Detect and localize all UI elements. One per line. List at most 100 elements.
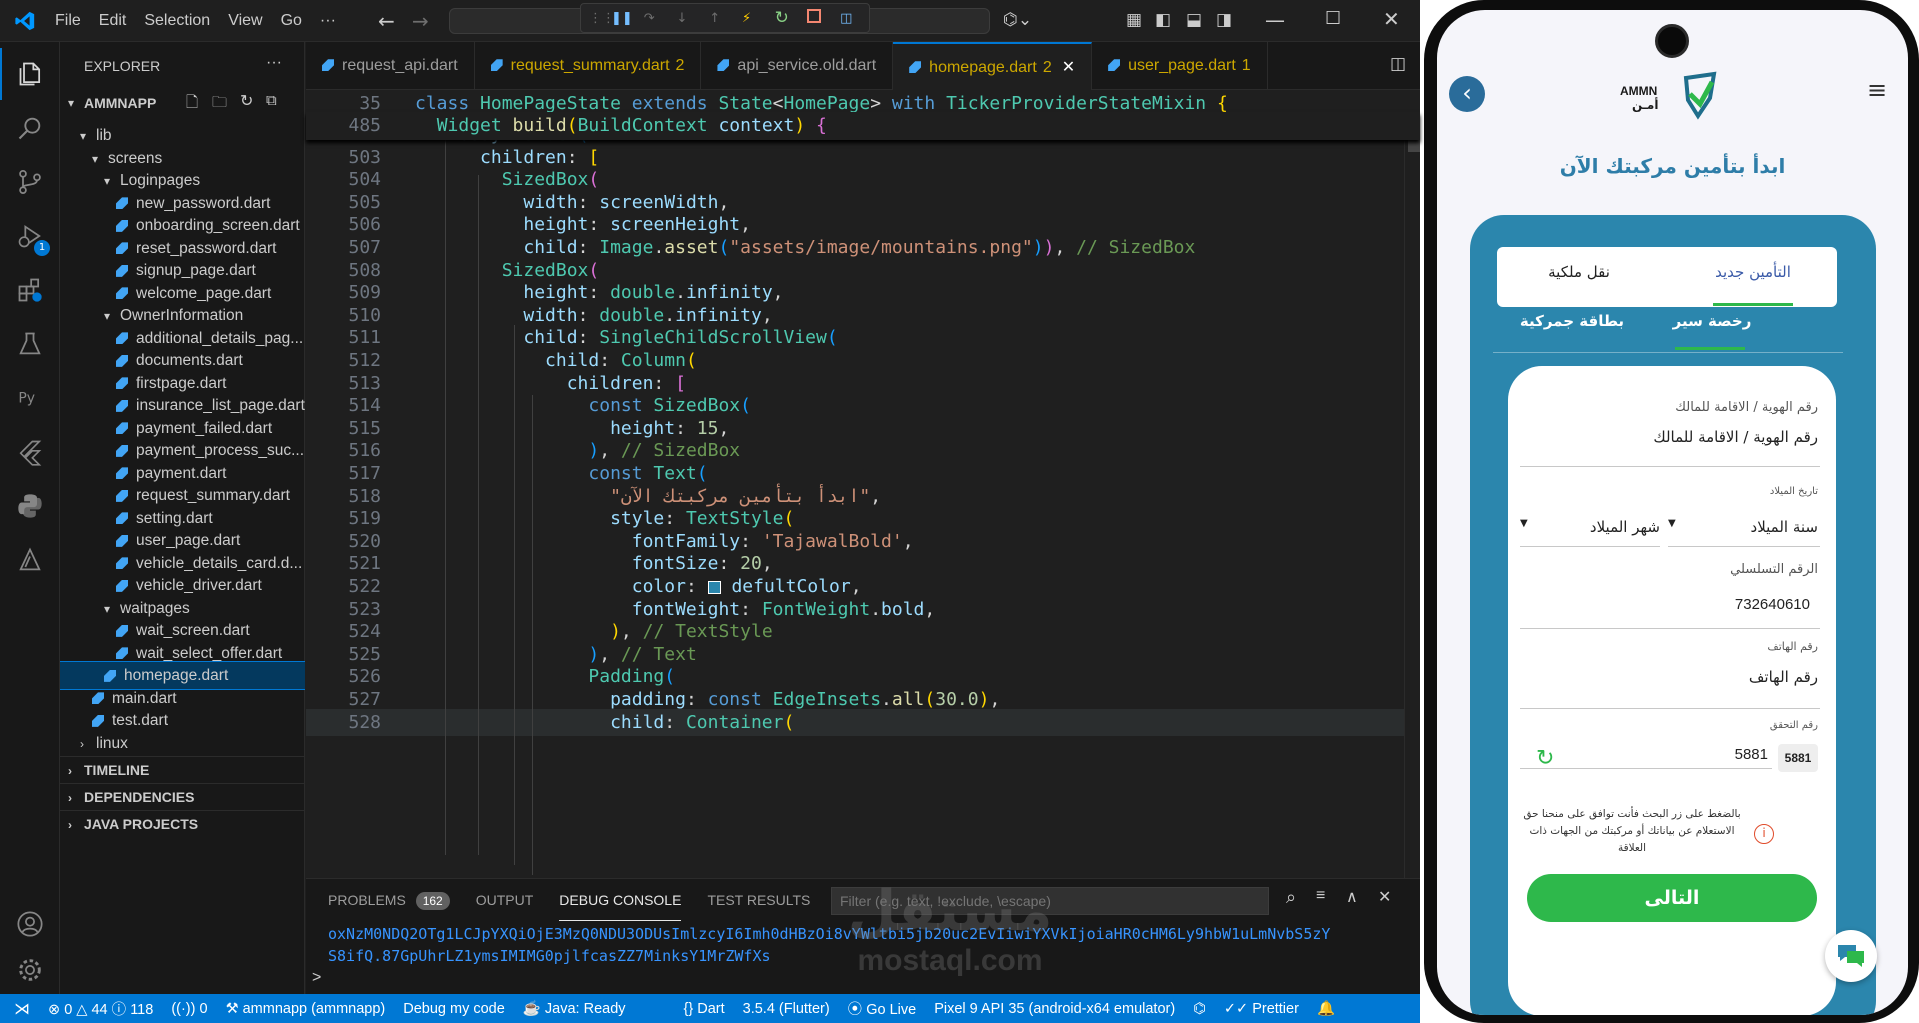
- azure-icon[interactable]: [0, 534, 60, 586]
- phone-input[interactable]: رقم الهاتف: [1518, 668, 1818, 686]
- back-button[interactable]: ‹: [1449, 76, 1485, 112]
- editor-tab[interactable]: user_page.dart 1: [1092, 41, 1268, 90]
- step-out-icon[interactable]: ↑: [709, 11, 742, 26]
- go-live-button[interactable]: ⦿ Go Live: [848, 998, 917, 1019]
- python-icon[interactable]: [0, 480, 60, 532]
- language-status[interactable]: {} Dart: [684, 1001, 725, 1017]
- remote-icon[interactable]: ⋊: [14, 999, 30, 1019]
- explorer-more-icon[interactable]: ···: [266, 54, 282, 72]
- problems-status[interactable]: ⊗ 0 △ 44 ⓘ 118: [48, 998, 153, 1019]
- dart-file-icon: [116, 489, 128, 502]
- close-icon[interactable]: ✕: [1383, 7, 1400, 31]
- filter-search-icon[interactable]: ⌕: [1286, 887, 1296, 908]
- serial-input[interactable]: 732640610: [1518, 596, 1810, 613]
- device-status[interactable]: Pixel 9 API 35 (android-x64 emulator): [934, 1001, 1175, 1017]
- copilot-icon[interactable]: ⌬⌄: [1003, 10, 1032, 30]
- pause-icon[interactable]: ❚❚: [611, 11, 644, 26]
- notifications-icon[interactable]: 🔔: [1317, 1000, 1335, 1017]
- editor-tab[interactable]: request_api.dart: [306, 41, 475, 90]
- ammn-logo: AMMN أمـن: [1620, 70, 1724, 122]
- tab-new-insurance[interactable]: التأمين جديد: [1693, 263, 1813, 281]
- section-dependencies[interactable]: › DEPENDENCIES: [60, 783, 305, 810]
- birth-month-select[interactable]: ▼ شهر الميلاد: [1520, 518, 1660, 536]
- refresh-icon[interactable]: ↻: [240, 91, 253, 111]
- editor-tab[interactable]: homepage.dart 2 ✕: [893, 41, 1093, 90]
- section-timeline[interactable]: › TIMELINE: [60, 756, 305, 783]
- minimize-icon[interactable]: —: [1265, 8, 1285, 32]
- step-into-icon[interactable]: ↓: [676, 11, 709, 26]
- tab-customs-card[interactable]: بطاقة جمركية: [1502, 312, 1642, 330]
- editor-scrollbar[interactable]: [1404, 90, 1420, 878]
- forward-arrow-icon[interactable]: →: [412, 9, 429, 33]
- maximize-icon[interactable]: ☐: [1325, 8, 1341, 29]
- chat-support-button[interactable]: [1825, 930, 1877, 982]
- flutter-icon[interactable]: [0, 426, 60, 478]
- menu-view[interactable]: View: [219, 0, 271, 42]
- tab-debug-console[interactable]: DEBUG CONSOLE: [559, 879, 682, 921]
- tab-label: api_service.old.dart: [737, 56, 877, 74]
- toggle-panel-icon[interactable]: ⬓: [1186, 10, 1202, 30]
- step-over-icon[interactable]: ↷: [644, 11, 677, 26]
- code-editor[interactable]: 35 class HomePageState extends State<Home…: [306, 90, 1420, 878]
- editor-tab[interactable]: request_summary.dart 2: [475, 41, 702, 90]
- java-status[interactable]: ☕ Java: Ready: [523, 1000, 626, 1017]
- new-file-icon[interactable]: 🗋: [186, 92, 198, 117]
- clear-console-icon[interactable]: ≡: [1316, 887, 1325, 905]
- captcha-input[interactable]: 5881: [1568, 746, 1768, 763]
- tab-problems[interactable]: PROBLEMS 162: [328, 879, 450, 921]
- menu-selection[interactable]: Selection: [135, 0, 219, 42]
- tab-vehicle-license[interactable]: رخصة سير: [1652, 312, 1772, 330]
- project-status[interactable]: ⚒ ammnapp (ammnapp): [226, 1001, 386, 1017]
- prettier-status[interactable]: ✓✓ Prettier: [1224, 1001, 1299, 1017]
- extensions-icon[interactable]: [0, 264, 60, 316]
- menu-go[interactable]: Go: [272, 0, 311, 42]
- tree-item-label: onboarding_screen.dart: [136, 217, 300, 234]
- tree-item-label: OwnerInformation: [120, 307, 244, 324]
- toggle-sidebar-icon[interactable]: ◧: [1155, 10, 1171, 30]
- section-java-projects[interactable]: › JAVA PROJECTS: [60, 810, 305, 837]
- stop-icon[interactable]: [807, 9, 840, 27]
- tab-ownership-transfer[interactable]: نقل ملكية: [1519, 263, 1639, 281]
- restart-icon[interactable]: ↻: [775, 8, 808, 28]
- drag-handle-icon[interactable]: ⋮⋮: [589, 11, 615, 26]
- testing-icon[interactable]: [0, 318, 60, 370]
- editor-tab[interactable]: api_service.old.dart: [701, 41, 894, 90]
- run-debug-icon[interactable]: 1: [0, 210, 60, 262]
- new-folder-icon[interactable]: 🗀: [212, 92, 227, 117]
- tab-label: user_page.dart: [1128, 56, 1236, 74]
- hamburger-menu-icon[interactable]: ≡: [1867, 76, 1887, 104]
- tab-test-results[interactable]: TEST RESULTS: [707, 879, 810, 921]
- toggle-secondary-sidebar-icon[interactable]: ◨: [1216, 10, 1232, 30]
- accounts-icon[interactable]: [0, 898, 60, 950]
- source-control-icon[interactable]: [0, 156, 60, 208]
- explorer-icon[interactable]: [0, 48, 60, 100]
- debug-status[interactable]: Debug my code: [403, 1001, 505, 1017]
- devtools-icon[interactable]: ◫: [840, 11, 869, 26]
- tree-folder-item[interactable]: › linux: [60, 730, 305, 757]
- menu-more[interactable]: ···: [311, 0, 345, 42]
- menu-edit[interactable]: Edit: [90, 0, 136, 42]
- search-icon[interactable]: [0, 102, 60, 154]
- ports-status[interactable]: ((·)) 0: [171, 1001, 207, 1017]
- collapse-all-icon[interactable]: ⧉: [266, 92, 277, 109]
- hot-reload-icon[interactable]: ⚡: [742, 11, 775, 26]
- back-arrow-icon[interactable]: ←: [378, 9, 395, 33]
- python-env-icon[interactable]: Py: [0, 372, 60, 424]
- birth-year-select[interactable]: ▼ سنة الميلاد: [1668, 518, 1818, 536]
- layout-icon[interactable]: ▦: [1126, 10, 1142, 30]
- next-button[interactable]: التالى: [1527, 874, 1817, 922]
- settings-gear-icon[interactable]: [0, 944, 60, 996]
- menu-file[interactable]: File: [46, 0, 90, 42]
- console-filter-input[interactable]: [831, 887, 1269, 915]
- project-header[interactable]: ▾ AMMNAPP 🗋 🗀 ↻ ⧉: [60, 89, 305, 116]
- close-panel-icon[interactable]: ✕: [1378, 887, 1391, 907]
- id-input[interactable]: رقم الهوية / الاقامة للمالك: [1518, 428, 1818, 446]
- maximize-panel-icon[interactable]: ∧: [1346, 887, 1358, 907]
- split-editor-icon[interactable]: ◫: [1390, 54, 1406, 74]
- flutter-version[interactable]: 3.5.4 (Flutter): [743, 1001, 830, 1017]
- tab-close-icon[interactable]: ✕: [1062, 59, 1075, 76]
- copilot-status-icon[interactable]: ⌬: [1193, 1001, 1206, 1017]
- tab-output[interactable]: OUTPUT: [476, 879, 534, 921]
- captcha-underline: [1520, 768, 1772, 769]
- console-prompt[interactable]: >: [312, 969, 321, 987]
